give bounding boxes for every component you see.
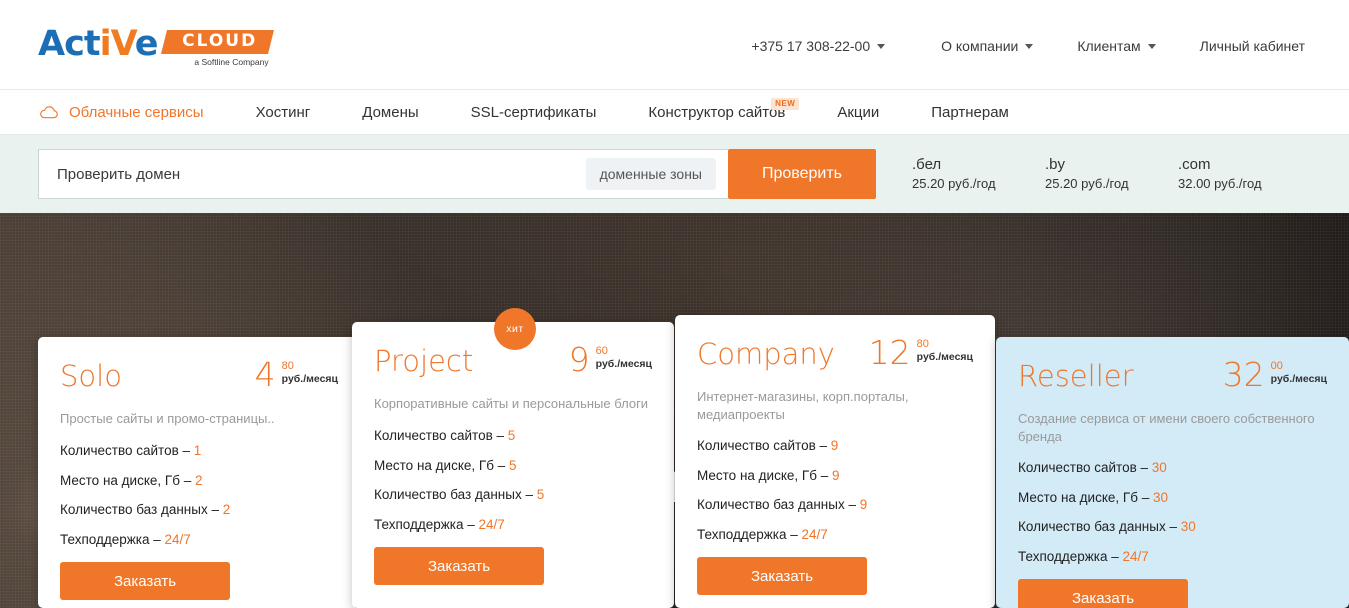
plan-feature: Место на диске, Гб – 30 [1018, 489, 1327, 505]
feature-label: Количество сайтов – [1018, 460, 1152, 476]
plan-feature: Количество сайтов – 30 [1018, 461, 1327, 475]
plan-feature: Количество сайтов – 1 [60, 444, 338, 458]
feature-value: 24/7 [801, 526, 828, 542]
plan-price-unit: руб./месяц [281, 373, 338, 385]
feature-label: Количество баз данных – [60, 502, 223, 517]
plan-features: Количество сайтов – 30 Место на диске, Г… [1018, 461, 1327, 563]
plan-price-cents: 00 [1270, 360, 1283, 372]
feature-label: Количество сайтов – [60, 443, 194, 458]
order-button-solo[interactable]: Заказать [60, 562, 230, 600]
feature-value: 24/7 [478, 516, 505, 532]
order-button-reseller[interactable]: Заказать [1018, 579, 1188, 608]
feature-value: 30 [1151, 460, 1167, 476]
plan-price-main: 9 [568, 340, 590, 379]
hit-badge: хит [494, 308, 536, 350]
plan-price-cents: 60 [595, 345, 608, 357]
feature-label: Техподдержка – [1018, 548, 1123, 564]
plan-feature: Место на диске, Гб – 5 [374, 457, 652, 473]
feature-value: 5 [507, 428, 516, 443]
order-button-project[interactable]: Заказать [374, 547, 544, 585]
feature-label: Техподдержка – [374, 516, 479, 532]
plan-card-company: Company 12 80 руб./месяц Интернет-магази… [675, 315, 995, 608]
plan-feature: Количество баз данных – 5 [374, 488, 652, 502]
feature-label: Место на диске, Гб – [374, 457, 509, 473]
plan-name: Project [374, 344, 474, 378]
feature-label: Техподдержка – [697, 526, 802, 542]
plan-price-main: 32 [1222, 355, 1265, 394]
feature-label: Место на диске, Гб – [1018, 489, 1153, 505]
plan-feature: Место на диске, Гб – 9 [697, 467, 973, 483]
plan-header: Reseller 32 00 руб./месяц [1018, 355, 1327, 394]
plan-price: 9 60 руб./месяц [568, 340, 652, 379]
plan-feature: Количество баз данных – 9 [697, 498, 973, 512]
feature-label: Техподдержка – [60, 531, 165, 547]
feature-label: Количество баз данных – [374, 487, 537, 502]
plan-description: Интернет-магазины, корп.порталы, медиапр… [697, 389, 909, 422]
plan-features: Количество сайтов – 1 Место на диске, Гб… [60, 444, 338, 546]
plan-price-side: 60 руб./месяц [596, 344, 652, 370]
feature-label: Количество баз данных – [697, 497, 860, 513]
plan-feature: Техподдержка – 24/7 [374, 516, 652, 532]
feature-value: 24/7 [1122, 548, 1149, 564]
plan-feature: Техподдержка – 24/7 [60, 531, 338, 547]
plan-features: Количество сайтов – 5 Место на диске, Гб… [374, 429, 652, 531]
pricing-cards: Solo 4 80 руб./месяц Простые сайты и про… [0, 0, 1349, 608]
feature-label: Количество сайтов – [697, 438, 831, 454]
plan-feature: Техподдержка – 24/7 [697, 526, 973, 542]
feature-value: 9 [830, 438, 839, 454]
feature-value: 9 [859, 497, 868, 513]
feature-value: 30 [1152, 489, 1168, 505]
plan-name: Reseller [1018, 359, 1134, 393]
plan-feature: Количество баз данных – 30 [1018, 520, 1327, 534]
plan-price-cents: 80 [281, 360, 294, 372]
plan-price: 32 00 руб./месяц [1222, 355, 1327, 394]
plan-price-side: 00 руб./месяц [1271, 359, 1327, 385]
feature-value: 24/7 [164, 531, 191, 547]
feature-value: 2 [222, 502, 231, 517]
plan-price: 4 80 руб./месяц [254, 355, 338, 394]
plan-price-cents: 80 [916, 338, 929, 350]
plan-card-project: Project 9 60 руб./месяц Корпоративные са… [352, 322, 674, 608]
plan-price-unit: руб./месяц [1270, 373, 1327, 385]
plan-price-side: 80 руб./месяц [282, 359, 338, 385]
plan-description: Простые сайты и промо-страницы.. [60, 411, 275, 426]
plan-price-main: 12 [868, 333, 911, 372]
plan-price-main: 4 [254, 355, 276, 394]
plan-price-unit: руб./месяц [916, 351, 973, 363]
plan-price: 12 80 руб./месяц [868, 333, 973, 372]
plan-feature: Место на диске, Гб – 2 [60, 472, 338, 488]
plan-price-unit: руб./месяц [595, 358, 652, 370]
feature-value: 2 [194, 472, 203, 488]
plan-description: Корпоративные сайты и персональные блоги [374, 396, 649, 411]
plan-card-reseller: Reseller 32 00 руб./месяц Создание серви… [996, 337, 1349, 608]
plan-card-solo: Solo 4 80 руб./месяц Простые сайты и про… [38, 337, 360, 608]
plan-feature: Количество баз данных – 2 [60, 503, 338, 517]
feature-label: Место на диске, Гб – [60, 472, 195, 488]
feature-label: Количество сайтов – [374, 428, 508, 443]
page-root: ActiVe CLOUD a Softline Company +375 17 … [0, 0, 1349, 608]
plan-price-side: 80 руб./месяц [917, 337, 973, 363]
plan-header: Company 12 80 руб./месяц [697, 333, 973, 372]
plan-feature: Количество сайтов – 5 [374, 429, 652, 443]
feature-value: 5 [536, 487, 545, 502]
plan-feature: Количество сайтов – 9 [697, 439, 973, 453]
plan-name: Company [697, 337, 835, 371]
plan-name: Solo [60, 359, 122, 393]
plan-features: Количество сайтов – 9 Место на диске, Гб… [697, 439, 973, 541]
feature-value: 9 [831, 467, 840, 483]
plan-feature: Техподдержка – 24/7 [1018, 548, 1327, 564]
plan-description: Создание сервиса от имени своего собстве… [1018, 411, 1315, 444]
order-button-company[interactable]: Заказать [697, 557, 867, 596]
feature-value: 30 [1180, 519, 1196, 535]
feature-value: 1 [193, 443, 202, 458]
feature-label: Количество баз данных – [1018, 519, 1181, 535]
feature-label: Место на диске, Гб – [697, 467, 832, 483]
plan-header: Solo 4 80 руб./месяц [60, 355, 338, 394]
feature-value: 5 [508, 457, 517, 473]
